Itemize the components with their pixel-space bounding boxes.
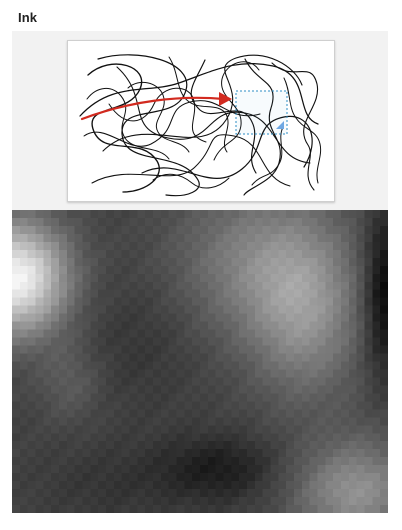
ink-stroke	[127, 81, 190, 153]
page-title: Ink	[18, 10, 38, 25]
red-arrow	[80, 92, 232, 121]
ink-canvas-card[interactable]	[67, 40, 335, 202]
ink-page: Ink	[0, 0, 402, 530]
selection-box[interactable]	[235, 90, 288, 135]
ink-stroke	[251, 126, 284, 186]
ink-stroke	[152, 173, 230, 189]
grayscale-heatmap	[12, 210, 388, 513]
ink-stroke	[283, 77, 322, 184]
heatmap-canvas	[12, 210, 388, 513]
ink-drawing[interactable]	[68, 41, 334, 201]
